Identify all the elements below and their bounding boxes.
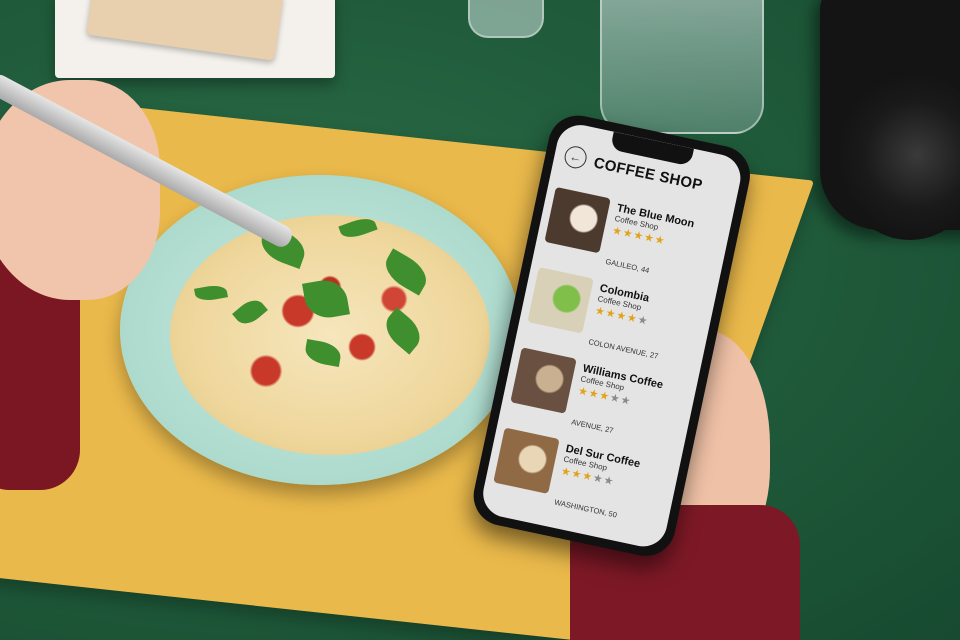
cake-and-coffee-photo <box>544 186 611 254</box>
shop-address: WASHINGTON, 50 <box>553 497 618 520</box>
shop-info: The Blue Moon Coffee Shop ★★★★★ <box>611 202 723 259</box>
table-scene: ← COFFEE SHOP The Blue Moon Coffee Shop ★★… <box>0 0 960 640</box>
latte-art-photo <box>493 427 560 494</box>
water-glass-small <box>468 0 544 38</box>
shop-address: AVENUE, 27 <box>570 417 615 436</box>
water-glass <box>600 0 764 134</box>
star-filled-icon: ★ <box>653 233 667 248</box>
green-cup-photo <box>527 267 594 334</box>
star-empty-icon: ★ <box>636 313 650 328</box>
spaghetti <box>170 215 490 455</box>
star-empty-icon: ★ <box>602 474 616 489</box>
back-button[interactable]: ← <box>562 144 589 171</box>
shop-address: GALILEO, 44 <box>604 256 651 276</box>
barista-photo <box>510 347 577 414</box>
arrow-left-icon: ← <box>568 149 583 166</box>
left-hand <box>0 80 160 300</box>
shop-address: COLON AVENUE, 27 <box>587 337 660 361</box>
star-empty-icon: ★ <box>619 394 633 409</box>
